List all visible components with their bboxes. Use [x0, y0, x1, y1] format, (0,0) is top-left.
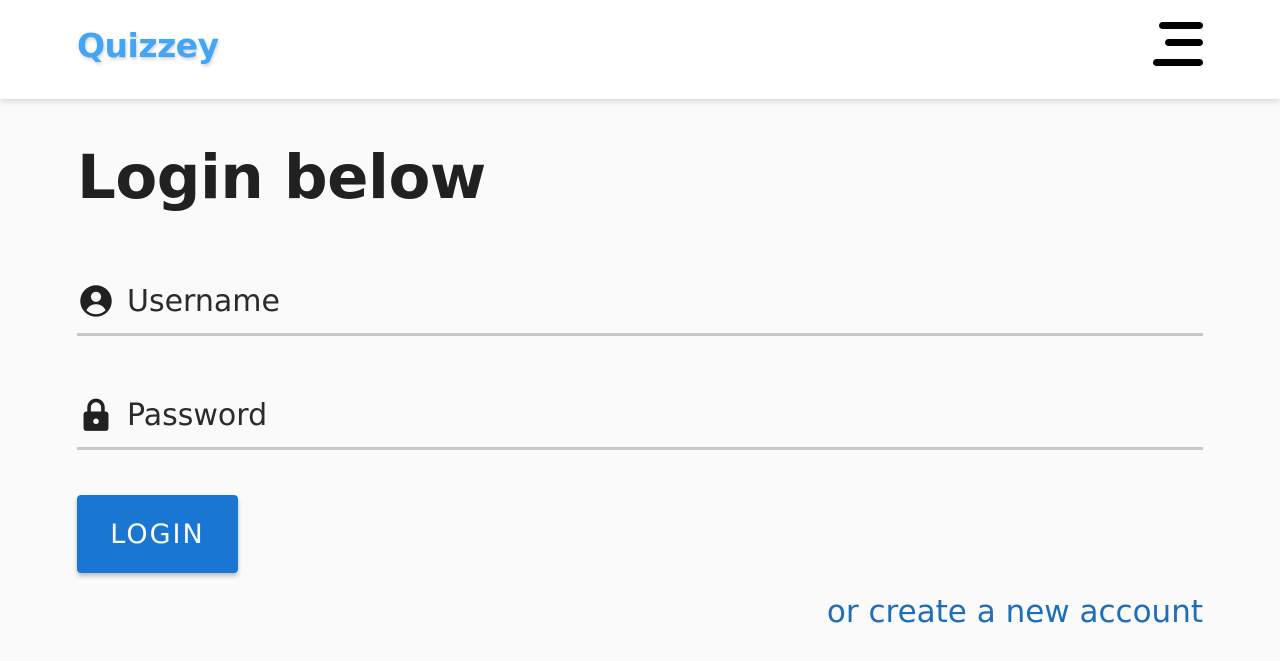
username-field: [77, 271, 1203, 336]
password-field: [77, 385, 1203, 450]
menu-line-top: [1159, 22, 1203, 29]
top-bar: Quizzey: [0, 0, 1280, 99]
logo-text-part1: Qui: [77, 26, 139, 65]
username-input[interactable]: [127, 277, 1197, 325]
logo-text-part2: zzey: [138, 26, 219, 65]
lock-icon: [77, 396, 115, 434]
password-input[interactable]: [127, 391, 1197, 439]
account-circle-icon: [77, 282, 115, 320]
menu-line-middle: [1165, 39, 1203, 46]
create-account-link[interactable]: or create a new account: [827, 589, 1203, 635]
login-button[interactable]: LOGIN: [77, 495, 238, 573]
menu-line-bottom: [1153, 59, 1203, 66]
hamburger-menu-icon[interactable]: [1151, 20, 1205, 70]
page-title: Login below: [77, 142, 486, 213]
logo[interactable]: Quizzey: [77, 24, 219, 68]
